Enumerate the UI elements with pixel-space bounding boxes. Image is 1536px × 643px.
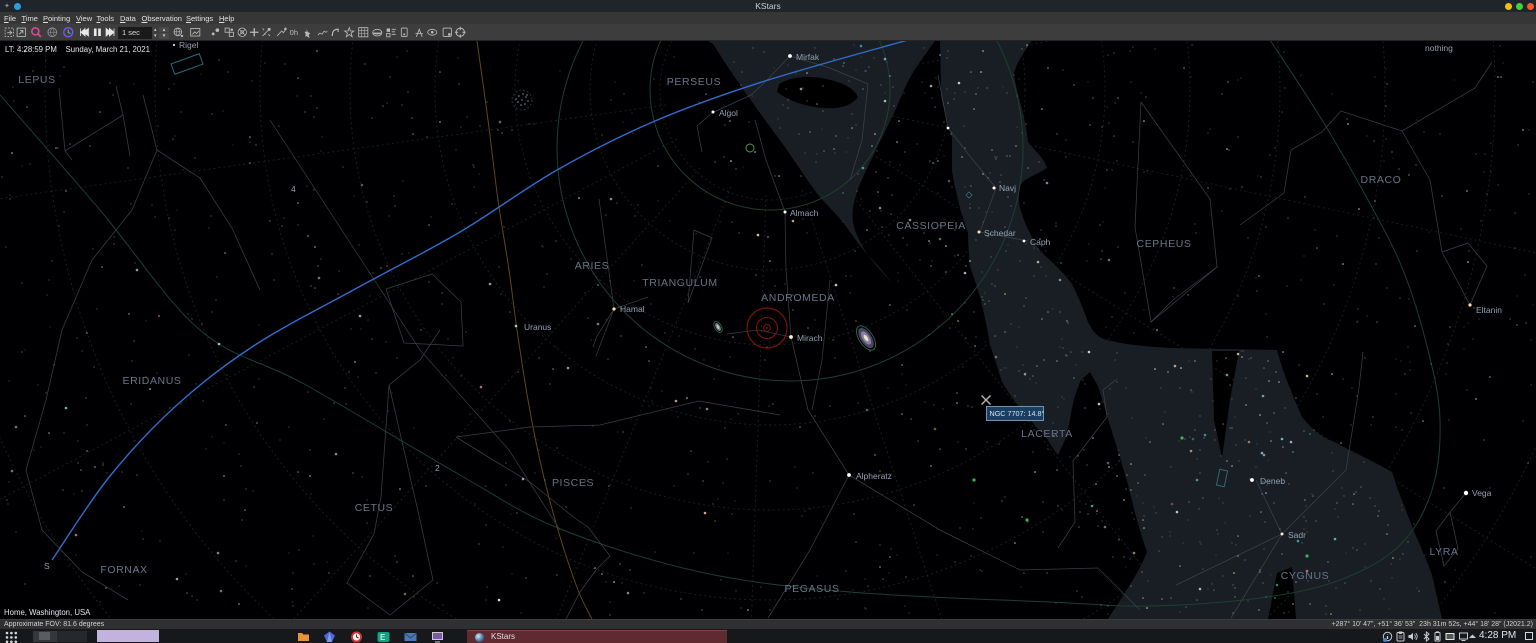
svg-text:PISCES: PISCES	[552, 477, 594, 489]
svg-text:LYRA: LYRA	[1429, 546, 1458, 558]
svg-text:Deneb: Deneb	[1260, 476, 1285, 486]
svg-text:LT: 4:28:59 PM Sunday, Marc: LT: 4:28:59 PM Sunday, March 21, 2021	[5, 45, 150, 54]
svg-text:Caph: Caph	[1030, 237, 1051, 247]
svg-text:0h: 0h	[289, 28, 297, 37]
svg-text:Mirach: Mirach	[797, 333, 823, 343]
svg-text:Home, Washington, USA: Home, Washington, USA	[4, 608, 91, 617]
svg-text:DRACO: DRACO	[1361, 174, 1402, 186]
svg-text:Uranus: Uranus	[524, 322, 551, 332]
svg-text:Vega: Vega	[1472, 488, 1492, 498]
svg-text:Algol: Algol	[719, 108, 738, 118]
svg-text:Almach: Almach	[790, 208, 819, 218]
svg-text:CETUS: CETUS	[355, 502, 394, 514]
svg-text:Sadr: Sadr	[1288, 530, 1306, 540]
svg-text:Mirfak: Mirfak	[796, 52, 820, 62]
svg-text:Navj: Navj	[999, 183, 1016, 193]
svg-text:CEPHEUS: CEPHEUS	[1137, 238, 1192, 250]
svg-text:Eltanin: Eltanin	[1476, 305, 1502, 315]
svg-text:S: S	[44, 561, 50, 571]
svg-text:Rigel: Rigel	[179, 40, 198, 50]
svg-text:Hamal: Hamal	[620, 304, 645, 314]
svg-text:ANDROMEDA: ANDROMEDA	[761, 292, 835, 304]
svg-text:LACERTA: LACERTA	[1021, 428, 1073, 440]
svg-text:ERIDANUS: ERIDANUS	[122, 375, 181, 387]
svg-text:4: 4	[291, 184, 296, 194]
svg-text:PEGASUS: PEGASUS	[785, 583, 840, 595]
svg-text:Alpheratz: Alpheratz	[856, 471, 892, 481]
svg-text:FORNAX: FORNAX	[100, 564, 147, 576]
svg-text:nothing: nothing	[1425, 43, 1453, 53]
svg-text:Schedar: Schedar	[984, 228, 1016, 238]
svg-text:PERSEUS: PERSEUS	[667, 76, 721, 88]
svg-text:TRIANGULUM: TRIANGULUM	[642, 277, 717, 289]
svg-text:ARIES: ARIES	[575, 260, 610, 272]
svg-text:LEPUS: LEPUS	[18, 74, 55, 86]
svg-text:CASSIOPEIA: CASSIOPEIA	[896, 220, 966, 232]
svg-text:CYGNUS: CYGNUS	[1281, 570, 1330, 582]
svg-text:E: E	[380, 633, 385, 642]
svg-text:NGC 7707: 14.8°: NGC 7707: 14.8°	[990, 409, 1045, 418]
svg-text:2: 2	[435, 463, 440, 473]
